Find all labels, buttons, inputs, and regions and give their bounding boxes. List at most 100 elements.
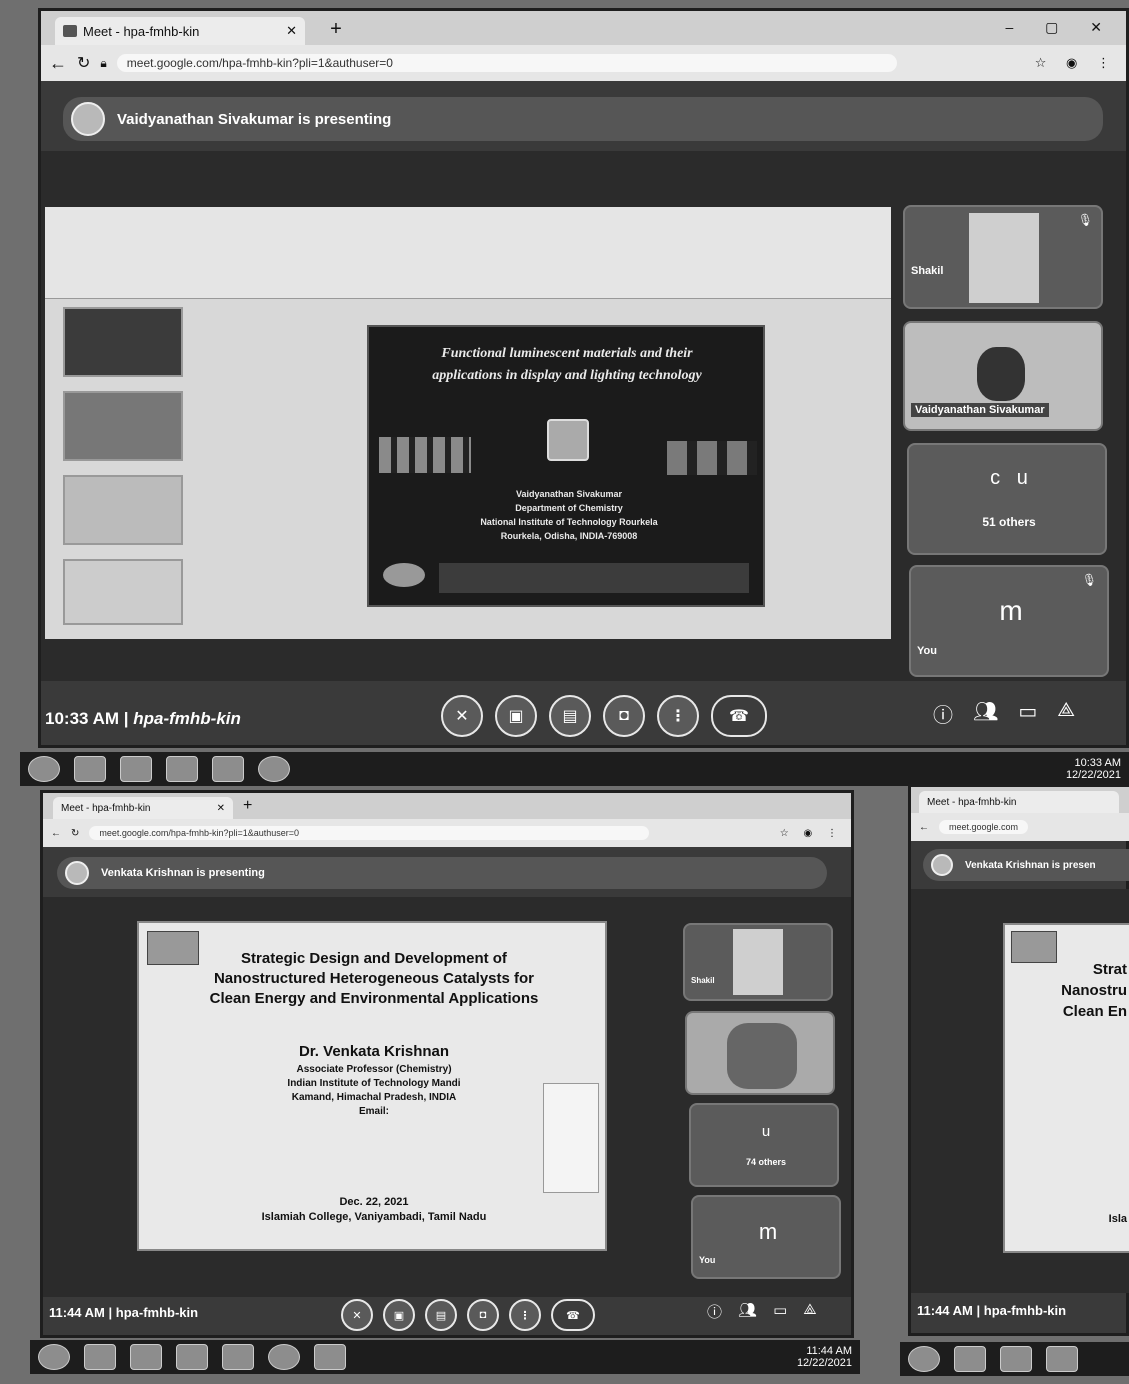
self-initial: m xyxy=(999,595,1023,626)
activities-icon[interactable]: ⟁ xyxy=(1057,699,1075,733)
others-tile[interactable]: u 74 others xyxy=(689,1103,839,1187)
slide-author-block: Vaidyanathan Sivakumar Department of Che… xyxy=(480,489,658,541)
meeting-time: 10:33 AM xyxy=(45,709,120,728)
chrome-icon[interactable] xyxy=(258,756,290,782)
present-button[interactable]: ◘ xyxy=(467,1299,499,1331)
call-controls: ✕ ▣ ▤ ◘ ⋮ ☎︎ xyxy=(441,695,771,737)
meeting-details-icon[interactable]: ⓘ xyxy=(933,699,953,733)
meeting-details-icon[interactable]: ⓘ xyxy=(707,1301,722,1327)
tab-close-icon[interactable]: ✕ xyxy=(286,23,297,39)
extension-icons[interactable]: ☆ ◉ ⋮ xyxy=(780,828,843,839)
new-tab-icon[interactable]: + xyxy=(243,797,252,815)
address-bar-row: ← ↻ meet.google.com/hpa-fmhb-kin?pli=1&a… xyxy=(43,819,851,847)
slide-thumbnail[interactable] xyxy=(63,559,183,625)
explorer-icon[interactable] xyxy=(130,1344,162,1370)
browser-tab[interactable]: Meet - hpa-fmhb-kin xyxy=(919,791,1119,813)
camera-off-button[interactable]: ▣ xyxy=(495,695,537,737)
captions-button[interactable]: ▤ xyxy=(425,1299,457,1331)
chat-icon[interactable]: ▭ xyxy=(773,1301,787,1327)
self-label: You xyxy=(699,1255,716,1265)
mic-off-button[interactable]: ✕ xyxy=(341,1299,373,1331)
shared-ppt-window: Functional luminescent materials and the… xyxy=(45,207,891,639)
participant-video xyxy=(733,929,783,995)
others-tile[interactable]: c u 51 others xyxy=(907,443,1107,555)
browser-tabbar: Meet - hpa-fmhb-kin xyxy=(911,787,1129,813)
self-tile[interactable]: m You 🎙︎ xyxy=(909,565,1109,677)
self-initial: m xyxy=(758,1219,778,1244)
explorer-icon[interactable] xyxy=(120,756,152,782)
participant-tile[interactable]: Vaidyanathan Sivakumar xyxy=(903,321,1103,431)
present-button[interactable]: ◘ xyxy=(603,695,645,737)
tab-close-icon[interactable]: ✕ xyxy=(217,803,225,814)
activities-icon[interactable]: ⟁ xyxy=(803,1301,816,1327)
ie-icon[interactable] xyxy=(74,756,106,782)
window-controls[interactable]: – ▢ ✕ xyxy=(1005,19,1116,36)
end-call-button[interactable]: ☎︎ xyxy=(711,695,767,737)
call-controls: ✕ ▣ ▤ ◘ ⋮ ☎︎ xyxy=(341,1299,601,1331)
explorer-icon[interactable] xyxy=(1000,1346,1032,1372)
meet-favicon-icon xyxy=(63,25,77,37)
top-screen: Meet - hpa-fmhb-kin ✕ + – ▢ ✕ ← ↻ 🔒︎ mee… xyxy=(38,8,1129,748)
presentation-stage: Strat Nanostru Clean En Isla xyxy=(911,889,1129,1293)
presenter-banner-text: Venkata Krishnan is presen xyxy=(965,859,1096,871)
slide-thumbnail[interactable] xyxy=(63,475,183,545)
app-icon[interactable] xyxy=(222,1344,254,1370)
media-icon[interactable] xyxy=(176,1344,208,1370)
phosphor-vials-image xyxy=(379,437,471,473)
tab-title: Meet - hpa-fmhb-kin xyxy=(61,802,151,814)
speaker-block: Dr. Venkata Krishnan Associate Professor… xyxy=(199,1041,549,1119)
bottom-right-taskbar xyxy=(900,1342,1129,1376)
slide-footer-band xyxy=(439,563,749,593)
captions-button[interactable]: ▤ xyxy=(549,695,591,737)
slide-thumbnail[interactable] xyxy=(63,307,183,377)
back-icon[interactable]: ← xyxy=(51,828,61,839)
start-icon[interactable] xyxy=(908,1346,940,1372)
browser-tab[interactable]: Meet - hpa-fmhb-kin ✕ xyxy=(53,797,233,819)
participant-tile[interactable] xyxy=(685,1011,835,1095)
participant-video xyxy=(727,1023,797,1089)
participant-tile[interactable]: Shakil 🎙︎ xyxy=(903,205,1103,309)
more-options-button[interactable]: ⋮ xyxy=(657,695,699,737)
self-tile[interactable]: m You xyxy=(691,1195,841,1279)
url-field[interactable]: meet.google.com/hpa-fmhb-kin?pli=1&authu… xyxy=(89,826,650,840)
reload-icon[interactable]: ↻ xyxy=(71,828,79,839)
meeting-code: hpa-fmhb-kin xyxy=(133,709,241,728)
back-icon[interactable]: ← xyxy=(919,822,929,833)
participant-name: Vaidyanathan Sivakumar xyxy=(911,403,1049,417)
end-call-button[interactable]: ☎︎ xyxy=(551,1299,595,1331)
start-icon[interactable] xyxy=(38,1344,70,1370)
presenting-banner: Venkata Krishnan is presenting xyxy=(57,857,827,889)
app-icon[interactable] xyxy=(212,756,244,782)
start-icon[interactable] xyxy=(28,756,60,782)
participant-tile[interactable]: Shakil xyxy=(683,923,833,1001)
chat-icon[interactable]: ▭ xyxy=(1018,699,1037,733)
slide-thumbnails xyxy=(63,307,187,627)
slide-thumbnail[interactable] xyxy=(63,391,183,461)
presenter-avatar xyxy=(65,861,89,885)
media-icon[interactable] xyxy=(1046,1346,1078,1372)
institute-logo-icon xyxy=(547,419,589,461)
participant-video xyxy=(977,347,1025,401)
slide-footer-logo-icon xyxy=(383,563,425,587)
chrome-icon[interactable] xyxy=(268,1344,300,1370)
extension-icons[interactable]: ☆ ◉ ⋮ xyxy=(1035,55,1118,71)
more-options-button[interactable]: ⋮ xyxy=(509,1299,541,1331)
people-icon[interactable]: 👥︎ xyxy=(738,1301,757,1327)
tab-title: Meet - hpa-fmhb-kin xyxy=(927,796,1017,808)
new-tab-icon[interactable]: + xyxy=(323,19,349,41)
camera-off-button[interactable]: ▣ xyxy=(383,1299,415,1331)
ie-icon[interactable] xyxy=(954,1346,986,1372)
media-icon[interactable] xyxy=(166,756,198,782)
mic-off-button[interactable]: ✕ xyxy=(441,695,483,737)
meeting-time: 11:44 AM xyxy=(49,1305,105,1320)
url-field[interactable]: meet.google.com xyxy=(939,820,1029,834)
ie-icon[interactable] xyxy=(84,1344,116,1370)
back-icon[interactable]: ← xyxy=(49,53,67,74)
reload-icon[interactable]: ↻ xyxy=(77,53,90,73)
url-field[interactable]: meet.google.com/hpa-fmhb-kin?pli=1&authu… xyxy=(116,54,897,72)
slide-title: Strategic Design and Development of Nano… xyxy=(209,950,539,1007)
ppt-ribbon xyxy=(45,207,891,299)
browser-tab[interactable]: Meet - hpa-fmhb-kin ✕ xyxy=(55,17,305,45)
document-icon[interactable] xyxy=(314,1344,346,1370)
people-icon[interactable]: 👥︎ xyxy=(973,699,998,733)
